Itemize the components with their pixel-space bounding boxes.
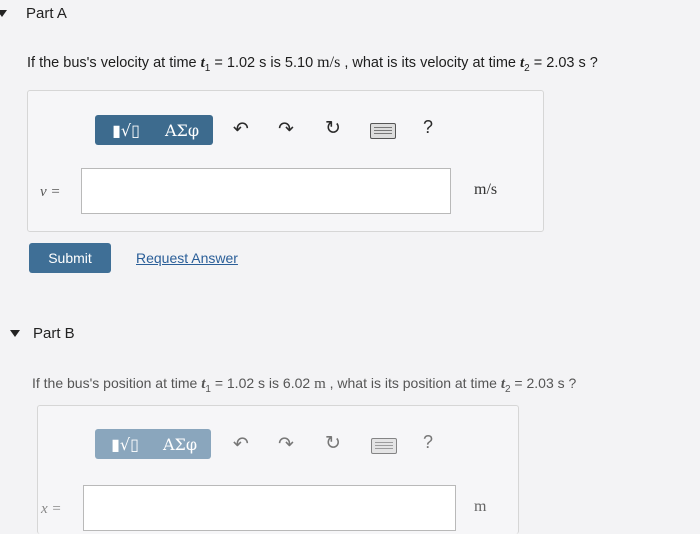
part-a-heading: Part A: [26, 5, 67, 22]
velocity-label: v =: [40, 184, 61, 200]
keyboard-icon[interactable]: [370, 123, 396, 139]
help-icon[interactable]: ?: [423, 117, 433, 138]
templates-button[interactable]: ▮√▯: [95, 115, 157, 145]
collapse-caret-icon[interactable]: [10, 330, 20, 337]
templates-button[interactable]: ▮√▯: [95, 429, 155, 459]
part-a-question: If the bus's velocity at time t1 = 1.02 …: [27, 54, 598, 74]
reset-icon[interactable]: ↻: [325, 432, 341, 454]
undo-icon[interactable]: ↶: [233, 118, 249, 140]
position-label: x =: [41, 501, 62, 517]
part-b-heading: Part B: [33, 325, 75, 342]
reset-icon[interactable]: ↻: [325, 117, 341, 139]
request-answer-link[interactable]: Request Answer: [136, 250, 238, 266]
velocity-input[interactable]: [81, 168, 451, 214]
redo-icon[interactable]: ↷: [278, 118, 294, 140]
help-icon[interactable]: ?: [423, 432, 433, 453]
collapse-caret-icon[interactable]: [0, 10, 7, 17]
keyboard-icon[interactable]: [371, 438, 397, 454]
undo-icon[interactable]: ↶: [233, 433, 249, 455]
part-b-answer-panel: ▮√▯ ΑΣφ ↶ ↷ ↻ ? x = m: [37, 405, 519, 534]
position-input[interactable]: [83, 485, 456, 531]
part-a-answer-panel: ▮√▯ ΑΣφ ↶ ↷ ↻ ? v = m/s: [27, 90, 544, 232]
part-b-question: If the bus's position at time t1 = 1.02 …: [32, 375, 577, 395]
position-unit: m: [474, 498, 487, 515]
velocity-unit: m/s: [474, 181, 498, 198]
greek-symbols-button[interactable]: ΑΣφ: [149, 429, 211, 459]
greek-symbols-button[interactable]: ΑΣφ: [151, 115, 213, 145]
redo-icon[interactable]: ↷: [278, 433, 294, 455]
submit-button[interactable]: Submit: [29, 243, 111, 273]
